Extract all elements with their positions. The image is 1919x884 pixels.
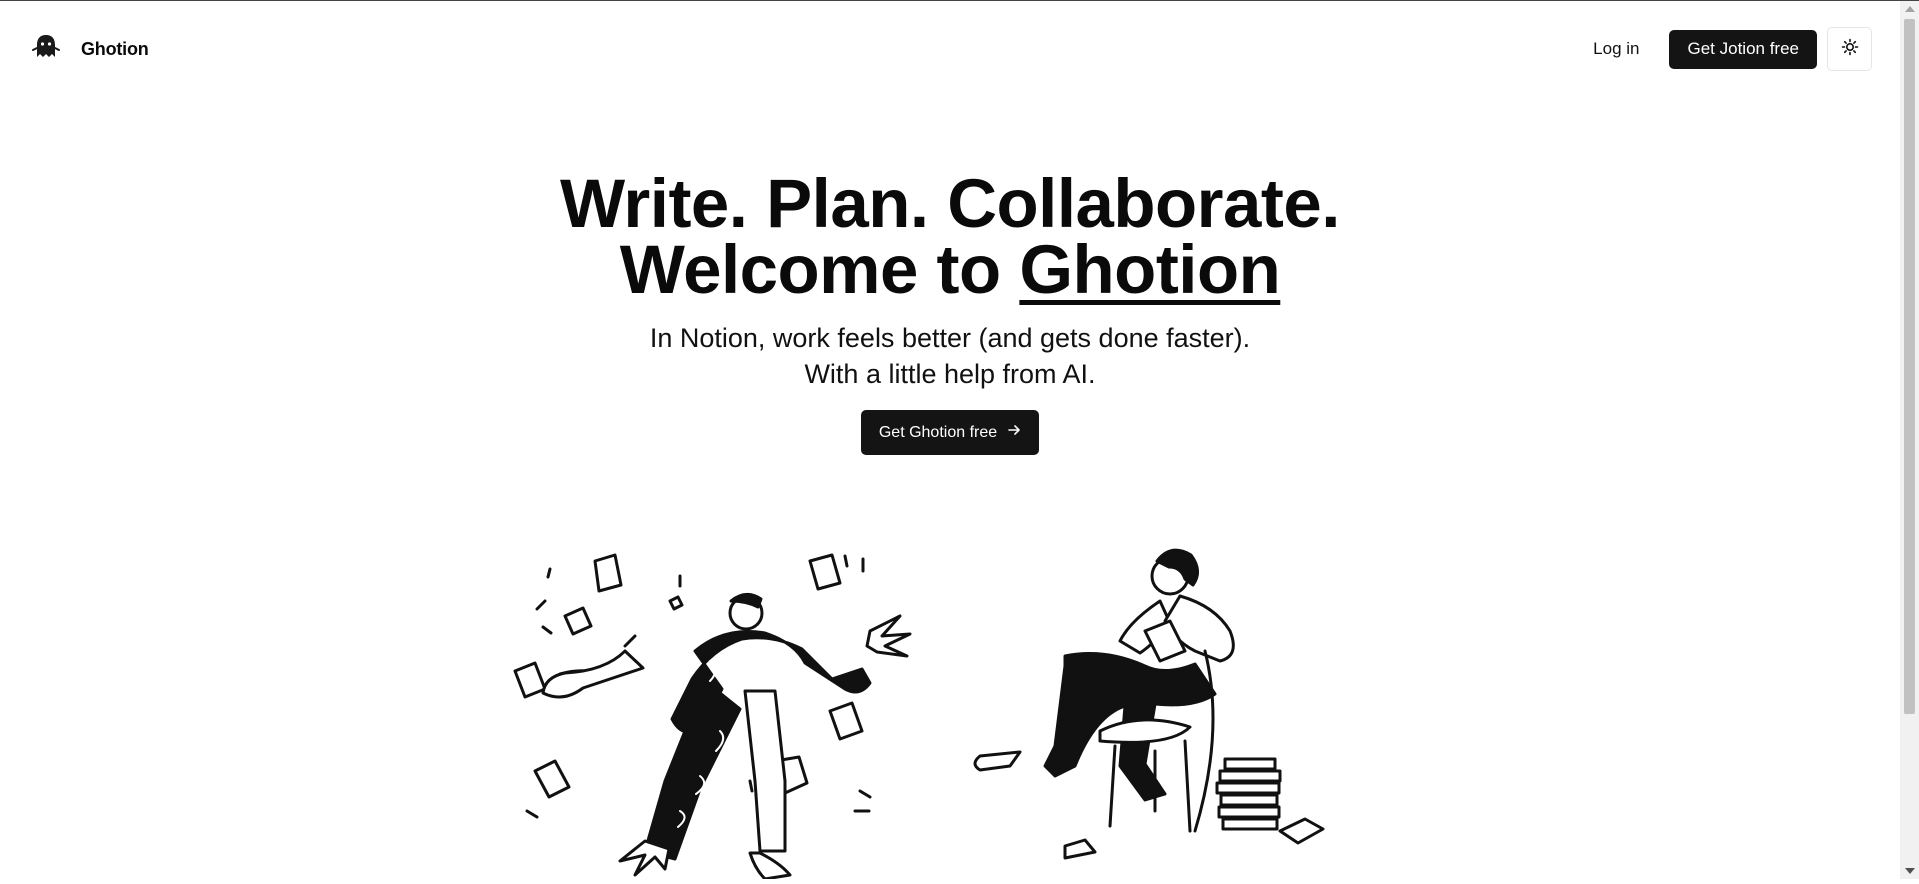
hero-subtitle-line1: In Notion, work feels better (and gets d… <box>649 323 1251 353</box>
scroll-thumb[interactable] <box>1904 19 1915 714</box>
scroll-up-icon[interactable] <box>1905 6 1915 12</box>
get-ghotion-free-button[interactable]: Get Ghotion free <box>860 410 1040 455</box>
brand-name: Ghotion <box>81 38 149 59</box>
sun-icon <box>1841 38 1859 61</box>
hero-title-brand: Ghotion <box>1019 231 1281 308</box>
hero-subtitle-line2: With a little help from AI. <box>804 359 1096 389</box>
brand-logo-link[interactable]: Ghotion <box>31 32 149 67</box>
ghost-icon <box>31 32 61 67</box>
hero-illustration <box>505 541 1350 881</box>
hero-heading: Write. Plan. Collaborate. Welcome to Gho… <box>0 169 1900 304</box>
reading-person-illustration <box>973 548 1325 860</box>
page-scrollbar[interactable] <box>1900 1 1919 879</box>
hero-subtitle: In Notion, work feels better (and gets d… <box>0 320 1900 392</box>
top-navbar: Ghotion Log in Get Jotion free <box>0 1 1900 97</box>
cta-label: Get Ghotion free <box>878 423 998 441</box>
login-button[interactable]: Log in <box>1573 29 1659 69</box>
nav-actions: Log in Get Jotion free <box>1573 27 1872 71</box>
get-free-button[interactable]: Get Jotion free <box>1669 29 1817 69</box>
hero-section: Write. Plan. Collaborate. Welcome to Gho… <box>0 169 1900 455</box>
cta-wrapper: Get Ghotion free <box>0 410 1900 455</box>
arrow-right-icon <box>1007 423 1021 442</box>
running-person-illustration <box>541 593 912 881</box>
theme-toggle-button[interactable] <box>1827 27 1872 71</box>
hero-title-line2-prefix: Welcome to <box>619 231 1020 308</box>
scroll-down-icon[interactable] <box>1905 868 1915 874</box>
